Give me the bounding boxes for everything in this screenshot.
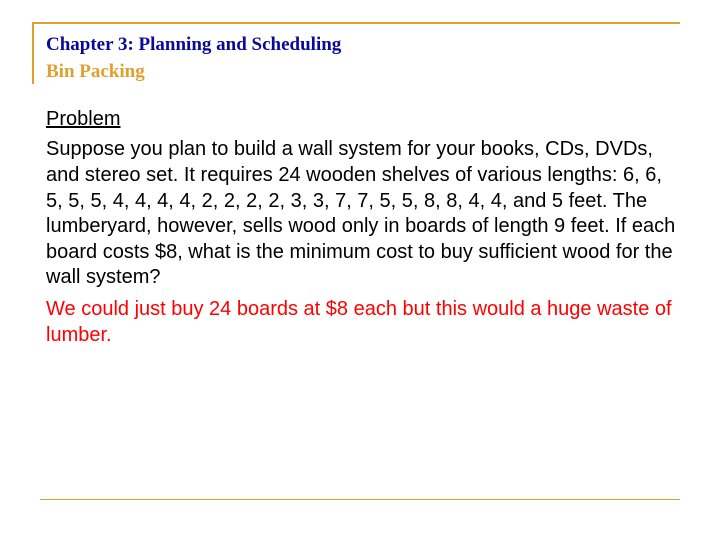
bottom-border-rule (40, 499, 680, 501)
highlight-text: We could just buy 24 boards at $8 each b… (46, 297, 680, 348)
slide-content: Problem Suppose you plan to build a wall… (46, 108, 680, 348)
slide-subtitle: Bin Packing (46, 60, 680, 85)
top-border-rule (32, 22, 680, 24)
chapter-title: Chapter 3: Planning and Scheduling (46, 33, 680, 58)
slide-header: Chapter 3: Planning and Scheduling Bin P… (46, 33, 680, 84)
section-heading: Problem (46, 108, 680, 131)
slide-container: Chapter 3: Planning and Scheduling Bin P… (0, 0, 720, 540)
left-border-rule (32, 22, 34, 84)
problem-body-text: Suppose you plan to build a wall system … (46, 137, 680, 291)
